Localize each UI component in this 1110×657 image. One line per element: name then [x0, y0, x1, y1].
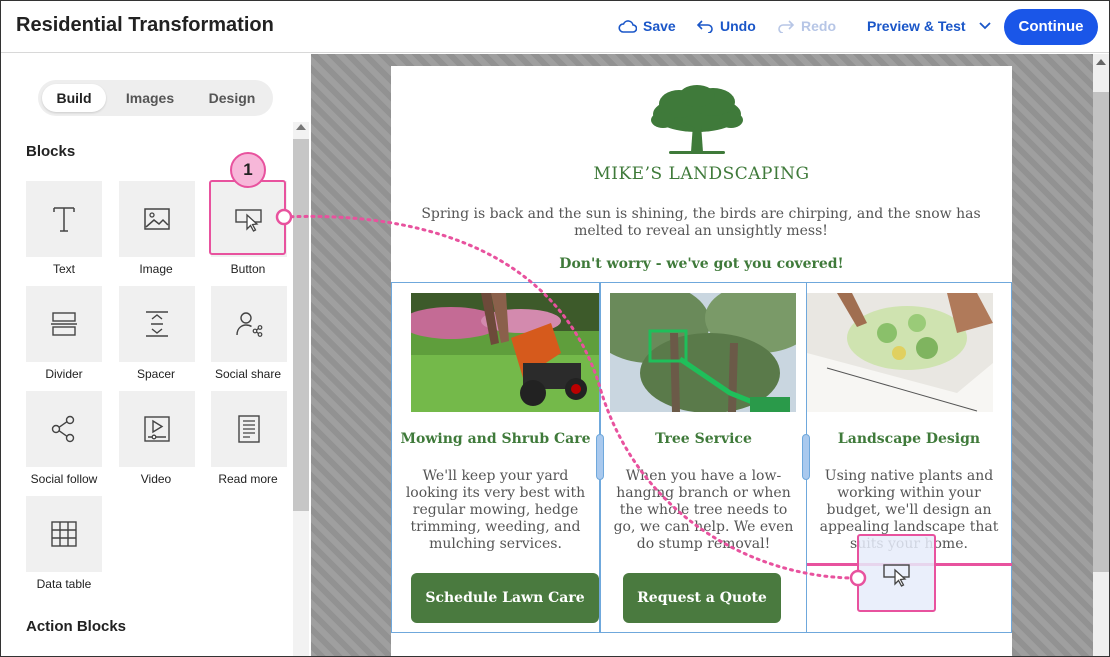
- tagline: Don't worry - we've got you covered!: [559, 256, 844, 272]
- dragged-button-block[interactable]: [857, 534, 936, 612]
- column-title-tree: Tree Service: [655, 431, 752, 447]
- continue-button[interactable]: Continue: [1004, 9, 1098, 45]
- undo-icon: [696, 20, 713, 33]
- column-title-mowing: Mowing and Shrub Care: [400, 431, 591, 447]
- block-label-divider: Divider: [45, 367, 83, 381]
- brand-name: MIKE’S LANDSCAPING: [593, 164, 810, 184]
- redo-button[interactable]: Redo: [777, 18, 836, 34]
- undo-button[interactable]: Undo: [696, 18, 756, 34]
- block-image[interactable]: [119, 181, 195, 257]
- landscape-design-photo: [807, 293, 993, 412]
- left-panel: Build Images Design Blocks Text Image Bu…: [1, 54, 309, 656]
- column-tree-service[interactable]: Tree Service When you have a low-hanging…: [600, 282, 807, 633]
- tree-service-photo: [610, 293, 796, 412]
- schedule-lawn-care-button[interactable]: Schedule Lawn Care: [411, 573, 599, 623]
- video-block-icon: [144, 416, 170, 442]
- redo-icon: [778, 20, 795, 33]
- block-video[interactable]: [119, 391, 195, 467]
- block-divider[interactable]: [26, 286, 102, 362]
- social-follow-icon: [51, 415, 75, 443]
- save-button[interactable]: Save: [618, 18, 676, 34]
- block-label-social-follow: Social follow: [30, 472, 98, 486]
- action-blocks-heading: Action Blocks: [26, 618, 127, 635]
- panel-tabs: Build Images Design: [38, 80, 273, 116]
- block-label-video: Video: [140, 472, 172, 486]
- column-title-landscape: Landscape Design: [837, 431, 981, 447]
- data-table-icon: [51, 521, 77, 547]
- preview-label: Preview & Test: [867, 18, 966, 34]
- tab-design[interactable]: Design: [196, 84, 268, 112]
- social-share-icon: [236, 312, 263, 337]
- column-resize-handle[interactable]: [596, 434, 604, 480]
- block-label-button: Button: [230, 262, 266, 276]
- campaign-title: Residential Transformation: [16, 14, 274, 36]
- block-data-table[interactable]: [26, 496, 102, 572]
- blocks-heading: Blocks: [26, 143, 76, 160]
- redo-label: Redo: [801, 18, 836, 34]
- canvas-scroll-up-arrow[interactable]: [1096, 59, 1106, 65]
- scroll-up-arrow[interactable]: [296, 124, 306, 130]
- block-label-image: Image: [139, 262, 173, 276]
- column-mowing[interactable]: Mowing and Shrub Care We'll keep your ya…: [391, 282, 600, 633]
- preview-test-button[interactable]: Preview & Test: [867, 18, 992, 34]
- divider-block-icon: [51, 312, 77, 336]
- block-social-follow[interactable]: [26, 391, 102, 467]
- canvas-scroll-thumb[interactable]: [1093, 92, 1109, 572]
- block-label-text: Text: [52, 262, 75, 276]
- block-label-data-table: Data table: [36, 577, 92, 591]
- button-block-highlight: [209, 180, 286, 255]
- top-bar: Residential Transformation Save Undo Red…: [1, 1, 1109, 53]
- sidebar-scrollbar[interactable]: [293, 122, 309, 656]
- column-resize-handle[interactable]: [802, 434, 810, 480]
- tab-images[interactable]: Images: [114, 84, 186, 112]
- block-label-read-more: Read more: [218, 472, 278, 486]
- mowing-photo: [411, 293, 599, 412]
- app-window: Residential Transformation Save Undo Red…: [0, 0, 1110, 657]
- step-badge: 1: [230, 152, 266, 188]
- block-label-social-share: Social share: [214, 367, 282, 381]
- read-more-icon: [238, 415, 260, 443]
- block-label-spacer: Spacer: [136, 367, 176, 381]
- cloud-save-icon: [618, 20, 637, 33]
- column-text-mowing: We'll keep your yard looking its very be…: [405, 468, 586, 552]
- chevron-down-icon: [978, 22, 991, 30]
- block-social-share[interactable]: [211, 286, 287, 362]
- sidebar-scroll-thumb[interactable]: [293, 139, 309, 511]
- canvas-scrollbar[interactable]: [1093, 54, 1109, 656]
- tab-build[interactable]: Build: [42, 84, 106, 112]
- block-spacer[interactable]: [119, 286, 195, 362]
- column-text-tree: When you have a low-hanging branch or wh…: [613, 468, 794, 552]
- save-label: Save: [643, 18, 676, 34]
- text-block-icon: [53, 207, 75, 232]
- request-quote-button[interactable]: Request a Quote: [623, 573, 781, 623]
- intro-text: Spring is back and the sun is shining, t…: [421, 206, 981, 239]
- block-text[interactable]: [26, 181, 102, 257]
- undo-label: Undo: [720, 18, 756, 34]
- block-read-more[interactable]: [211, 391, 287, 467]
- spacer-block-icon: [146, 311, 168, 337]
- tree-logo-icon: [651, 85, 743, 154]
- button-block-icon: [883, 564, 910, 587]
- image-block-icon: [144, 208, 170, 230]
